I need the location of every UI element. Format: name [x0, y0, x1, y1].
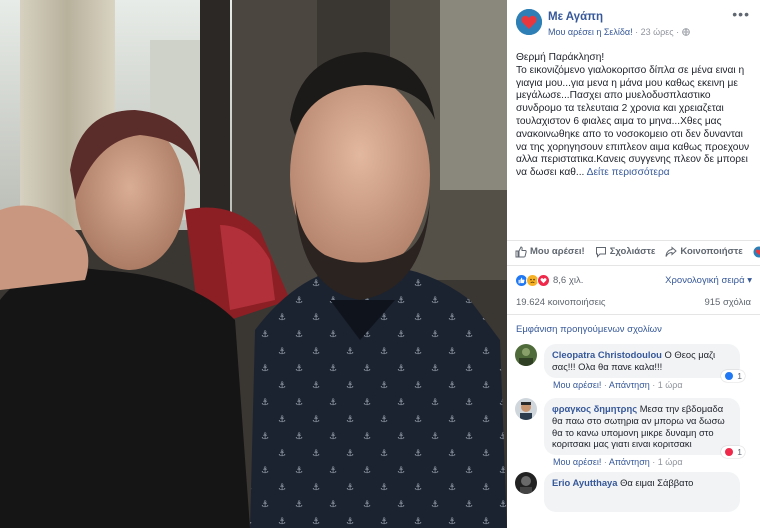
page-avatar-small-icon	[753, 246, 760, 257]
commenter-avatar[interactable]	[515, 344, 537, 366]
more-options-icon[interactable]: •••	[732, 6, 750, 22]
comment-like-link[interactable]: Μου αρέσει!	[553, 380, 601, 390]
liked-page-link[interactable]: Μου αρέσει η Σελίδα!	[548, 27, 633, 37]
commenter-avatar[interactable]	[515, 398, 537, 420]
comment-reaction-badge[interactable]: 1	[721, 446, 745, 458]
comment-reply-link[interactable]: Απάντηση	[609, 457, 650, 467]
avatar-image	[515, 398, 537, 420]
thumbs-up-icon	[515, 245, 527, 257]
post-text: Θερμή Παράκληση! Το εικονιζόμενο γιαλοκο…	[507, 40, 760, 180]
share-icon	[665, 245, 678, 257]
comment-reply-link[interactable]: Απάντηση	[609, 380, 650, 390]
commenter-name-link[interactable]: Cleopatra Christodoulou	[552, 349, 662, 360]
reactions-summary: 8,6 χιλ. Χρονολογική σειρά ▾	[507, 265, 760, 295]
comment-meta: Μου αρέσει! · Απάντηση · 1 ώρα	[553, 380, 683, 390]
post-text-line: Το εικονιζόμενο γιαλοκοριτσο δίπλα σε μέ…	[516, 64, 750, 179]
globe-icon	[681, 28, 690, 36]
commenter-avatar[interactable]	[515, 472, 537, 494]
see-more-link[interactable]: Δείτε περισσότερα	[587, 167, 670, 178]
post-actions-bar: Μου αρέσει! Σχολιάστε Κοινοποιήστε	[507, 240, 760, 262]
like-button[interactable]: Μου αρέσει!	[515, 245, 585, 258]
comment-time[interactable]: 1 ώρα	[658, 457, 683, 467]
comment-time[interactable]: 1 ώρα	[658, 380, 683, 390]
comment-text: Θα ειμαι Σάββατο	[620, 477, 694, 488]
comment: Cleopatra Christodoulou Ο Θεος μαζι σας!…	[515, 344, 755, 392]
post-details-panel: Με Αγάπη Μου αρέσει η Σελίδα! · 23 ώρες …	[507, 0, 760, 528]
post-text-line: Θερμή Παράκληση!	[516, 52, 605, 63]
caret-down-icon: ▾	[747, 275, 752, 286]
post-header: Με Αγάπη Μου αρέσει η Σελίδα! · 23 ώρες …	[507, 0, 760, 40]
comment-meta: Μου αρέσει! · Απάντηση · 1 ώρα	[553, 457, 683, 467]
like-button-label: Μου αρέσει!	[530, 246, 585, 257]
post-time[interactable]: 23 ώρες	[641, 27, 674, 37]
love-reaction-icon[interactable]	[537, 274, 550, 287]
love-reaction-icon	[724, 447, 735, 457]
commenter-name-link[interactable]: Erio Ayutthaya	[552, 477, 617, 488]
comment-order-label: Χρονολογική σειρά	[665, 275, 745, 286]
shares-count[interactable]: 19.624 κοινοποιήσεις	[516, 297, 606, 314]
comment-bubble: Erio Ayutthaya Θα ειμαι Σάββατο	[544, 472, 740, 512]
page-name-link[interactable]: Με Αγάπη	[548, 11, 603, 23]
post-stats: 19.624 κοινοποιήσεις 915 σχόλια	[507, 297, 760, 315]
post-photo[interactable]: ⚓ ⚓	[0, 0, 507, 528]
avatar-image	[515, 344, 537, 366]
commenter-name-link[interactable]: φραγκος δημητρης	[552, 403, 637, 414]
comment-button-label: Σχολιάστε	[609, 246, 656, 257]
comment: Erio Ayutthaya Θα ειμαι Σάββατο	[515, 472, 755, 528]
share-button-label: Κοινοποιήστε	[680, 246, 743, 257]
comment-bubble: Cleopatra Christodoulou Ο Θεος μαζι σας!…	[544, 344, 740, 378]
comment-reaction-count: 1	[737, 371, 742, 381]
comment-reaction-count: 1	[737, 447, 742, 457]
share-button[interactable]: Κοινοποιήστε	[665, 245, 743, 258]
comments-count[interactable]: 915 σχόλια	[704, 297, 751, 314]
view-previous-comments-link[interactable]: Εμφάνιση προηγούμενων σχολίων	[516, 324, 662, 335]
comment-bubble: φραγκος δημητρης Μεσα την εβδομαδα θα πα…	[544, 398, 740, 456]
comment-reaction-badge[interactable]: 1	[721, 370, 745, 382]
page-avatar[interactable]	[516, 9, 542, 35]
comment-icon	[595, 246, 606, 258]
post-subtitle: Μου αρέσει η Σελίδα! · 23 ώρες ·	[548, 27, 690, 37]
comment-button[interactable]: Σχολιάστε	[595, 246, 656, 258]
comment-order-dropdown[interactable]: Χρονολογική σειρά ▾	[665, 275, 752, 286]
comment: φραγκος δημητρης Μεσα την εβδομαδα θα πα…	[515, 398, 755, 468]
reactions-count[interactable]: 8,6 χιλ.	[553, 275, 583, 286]
avatar-image	[515, 472, 537, 494]
heart-logo-icon	[516, 9, 542, 35]
reaction-picker-avatar[interactable]	[753, 246, 760, 258]
photo-illustration: ⚓ ⚓	[0, 0, 507, 528]
like-reaction-icon	[724, 371, 735, 381]
comment-like-link[interactable]: Μου αρέσει!	[553, 457, 601, 467]
facebook-theater-view: ⚓ ⚓	[0, 0, 760, 528]
